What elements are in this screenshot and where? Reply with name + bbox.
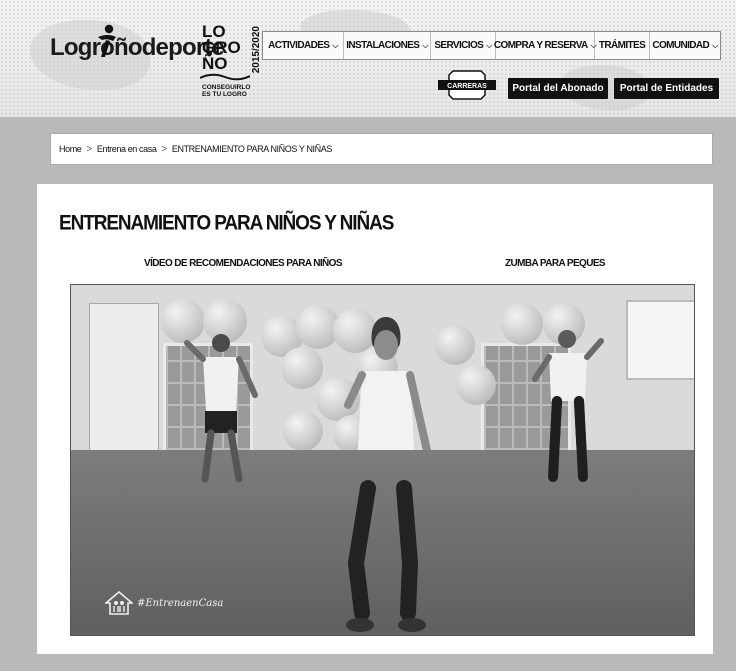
gym-ball: [456, 365, 496, 405]
main-nav: ACTIVIDADES ⌵ INSTALACIONES ⌵ SERVICIOS ⌵ C…: [262, 31, 721, 60]
nav-item-label: INSTALACIONES: [346, 40, 420, 51]
video-frame-window: [626, 300, 694, 380]
house-family-icon: [105, 591, 133, 615]
wave-icon: [200, 73, 250, 81]
badge-slogan-line: ES TU LOGRO: [202, 91, 247, 98]
site-header: Logroñodeporte LO GRO ÑO 2015/2020 CONSE…: [0, 0, 736, 117]
content-card: ENTRENAMIENTO PARA NIÑOS Y NIÑAS VÍDEO D…: [37, 184, 713, 654]
nav-item-label: SERVICIOS: [434, 40, 484, 51]
badge-text: ÑO: [202, 54, 228, 73]
nav-item-label: ACTIVIDADES: [268, 40, 330, 51]
badge-slogan-line: CONSEGUIRLO: [202, 84, 251, 91]
nav-item-label: COMPRA Y RESERVA: [493, 40, 588, 51]
logrono-2015-2020-badge: LO GRO ÑO 2015/2020 CONSEGUIRLO ES TU LO…: [200, 23, 262, 102]
page-title: ENTRENAMIENTO PARA NIÑOS Y NIÑAS: [59, 212, 394, 236]
site-logo[interactable]: Logroñodeporte: [50, 34, 225, 62]
breadcrumb-entrena-en-casa[interactable]: Entrena en casa: [97, 144, 157, 154]
video-label-zumba: ZUMBA PARA PEQUES: [505, 258, 606, 269]
runner-logo-icon: [98, 24, 116, 57]
portal-entidades-button[interactable]: Portal de Entidades: [614, 78, 719, 99]
video-watermark: #EntrenaenCasa: [105, 591, 223, 615]
video-label-recomendaciones: VÍDEO DE RECOMENDACIONES PARA NIÑOS: [144, 258, 343, 269]
video-frame-door: [89, 303, 159, 453]
nav-item-comunidad[interactable]: COMUNIDAD ⌵: [650, 32, 720, 59]
video-person-left-legs: [201, 429, 243, 483]
nav-item-compra-reserva[interactable]: COMPRA Y RESERVA ⌵: [493, 32, 597, 59]
nav-item-label: COMUNIDAD: [652, 40, 710, 51]
badge-years: 2015/2020: [251, 26, 262, 74]
breadcrumb: Home > Entrena en casa > ENTRENAMIENTO P…: [50, 133, 713, 165]
video-person-center-legs: [346, 480, 426, 632]
gym-ball: [281, 347, 323, 389]
chevron-down-icon: ⌵: [422, 40, 428, 50]
carreras-label: CARRERAS: [447, 83, 487, 90]
breadcrumb-separator: >: [86, 143, 92, 155]
video-person-right-legs: [548, 396, 588, 482]
nav-item-label: TRÁMITES: [598, 40, 646, 51]
watermark-hashtag: #EntrenaenCasa: [137, 597, 224, 609]
chevron-down-icon: ⌵: [486, 40, 492, 50]
nav-item-actividades[interactable]: ACTIVIDADES ⌵: [263, 32, 344, 59]
nav-item-tramites[interactable]: TRÁMITES: [595, 32, 650, 59]
badge-slogan: CONSEGUIRLO ES TU LOGRO: [202, 84, 250, 98]
portal-abonado-button[interactable]: Portal del Abonado: [508, 78, 608, 99]
gym-ball: [283, 411, 323, 451]
chevron-down-icon: ⌵: [332, 40, 338, 50]
breadcrumb-current: ENTRENAMIENTO PARA NIÑOS Y NIÑAS: [171, 144, 332, 154]
carreras-badge[interactable]: CARRERAS: [438, 70, 496, 100]
breadcrumb-separator: >: [161, 143, 167, 155]
chevron-down-icon: ⌵: [712, 40, 718, 50]
nav-item-instalaciones[interactable]: INSTALACIONES ⌵: [344, 32, 431, 59]
breadcrumb-home[interactable]: Home: [59, 144, 82, 154]
nav-item-servicios[interactable]: SERVICIOS ⌵: [431, 32, 496, 59]
video-player[interactable]: #EntrenaenCasa: [70, 284, 695, 636]
